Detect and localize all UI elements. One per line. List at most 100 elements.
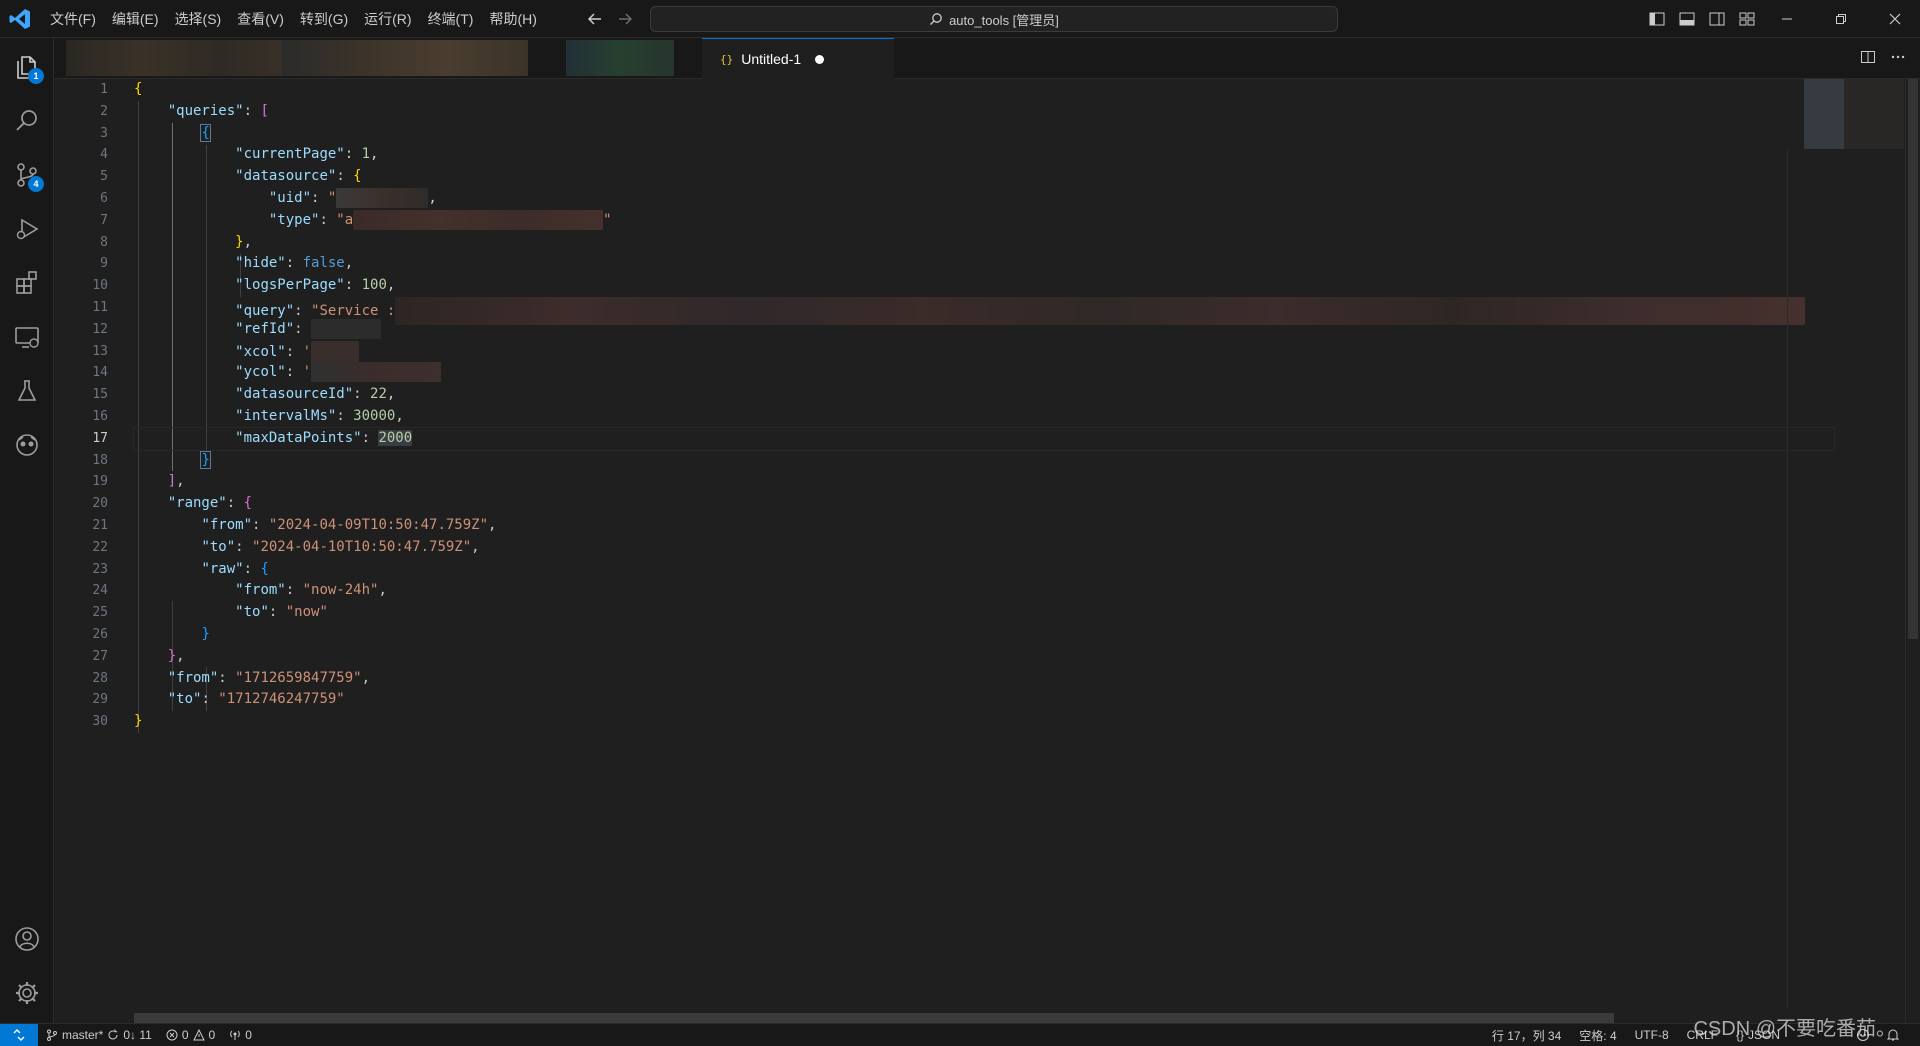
close-button[interactable]: [1872, 0, 1918, 38]
line-number: 7: [100, 212, 108, 228]
code-token: :: [268, 604, 286, 621]
command-center[interactable]: auto_tools [管理员]: [650, 6, 1338, 32]
error-count: 0: [181, 1028, 189, 1042]
menu-file[interactable]: 文件(F): [42, 0, 104, 38]
code-line: "range": {: [134, 493, 1834, 515]
code-editor[interactable]: 1 2 3 4 5 6 7 8 9 10 11 12 13 14 15 16 1…: [54, 79, 1920, 1023]
code-token: "query": [235, 302, 295, 319]
menu-run[interactable]: 运行(R): [356, 0, 419, 38]
menu-view[interactable]: 查看(V): [229, 0, 292, 38]
menu-go[interactable]: 转到(G): [292, 0, 356, 38]
search-button[interactable]: [0, 94, 54, 148]
manage-button[interactable]: [0, 966, 54, 1020]
line-number: 9: [100, 256, 108, 272]
code-token: :: [285, 364, 303, 381]
code-token: "Service :: [311, 302, 396, 319]
line-number: 8: [100, 234, 108, 250]
code-line: {: [134, 79, 1834, 101]
split-editor-icon[interactable]: [1860, 49, 1876, 65]
source-control-button[interactable]: 4: [0, 148, 54, 202]
vertical-scroll-thumb[interactable]: [1908, 79, 1918, 639]
code-token: :: [361, 429, 379, 446]
code-line: {: [134, 123, 1834, 145]
code-line-current: "maxDataPoints": 2000: [133, 426, 1835, 451]
line-number: 12: [92, 321, 108, 337]
extensions-button[interactable]: [0, 256, 54, 310]
code-token: "now": [285, 604, 328, 621]
code-line: "uid": ",: [134, 187, 1834, 210]
code-token: :: [252, 516, 269, 533]
horizontal-scroll-thumb[interactable]: [134, 1013, 1614, 1023]
unsaved-dot-icon[interactable]: [815, 54, 825, 64]
more-actions-icon[interactable]: [1890, 49, 1906, 65]
menu-edit[interactable]: 编辑(E): [104, 0, 167, 38]
menu-help[interactable]: 帮助(H): [481, 0, 544, 38]
remote-explorer-button[interactable]: [0, 310, 54, 364]
ports-status[interactable]: 0: [229, 1028, 252, 1042]
code-token: ,: [176, 647, 185, 664]
toggle-secondary-sidebar-icon[interactable]: [1708, 10, 1726, 28]
code-token: :: [319, 211, 337, 228]
code-token: :: [336, 407, 354, 424]
explorer-button[interactable]: 1: [0, 40, 54, 94]
redacted-tab[interactable]: [282, 40, 528, 76]
accounts-button[interactable]: [0, 912, 54, 966]
indentation[interactable]: 空格: 4: [1579, 1027, 1616, 1044]
run-debug-button[interactable]: [0, 202, 54, 256]
branch-status[interactable]: master* 0↓ 11: [46, 1028, 152, 1042]
cursor-position[interactable]: 行 17，列 34: [1492, 1027, 1561, 1044]
remote-indicator[interactable]: [0, 1024, 38, 1046]
git-branch-icon: [47, 1029, 57, 1041]
tab-untitled-1[interactable]: {} Untitled-1: [702, 38, 894, 79]
code-token: :: [294, 302, 312, 319]
vertical-scrollbar[interactable]: [1905, 79, 1920, 1023]
code-token: "uid": [268, 189, 312, 206]
source-control-badge: 4: [28, 176, 44, 192]
command-center-label: auto_tools [管理员]: [949, 12, 1059, 28]
customize-layout-icon[interactable]: [1738, 10, 1756, 28]
restore-button[interactable]: [1818, 0, 1864, 38]
line-number-gutter: 1 2 3 4 5 6 7 8 9 10 11 12 13 14 15 16 1…: [54, 79, 110, 733]
code-token: 1: [361, 146, 371, 163]
redacted-tab[interactable]: [566, 40, 674, 76]
toggle-primary-sidebar-icon[interactable]: [1648, 10, 1666, 28]
code-line: "xcol": ': [134, 340, 1834, 363]
testing-button[interactable]: [0, 364, 54, 418]
code-line: "datasource": {: [134, 166, 1834, 188]
line-number: 2: [100, 103, 108, 119]
menu-selection[interactable]: 选择(S): [167, 0, 230, 38]
code-token: 100: [361, 277, 387, 294]
code-line: "logsPerPage": 100,: [134, 275, 1834, 297]
code-token: "to": [201, 538, 236, 555]
code-token: :: [311, 189, 328, 206]
line-number: 6: [100, 190, 108, 206]
extensions-icon: [16, 271, 37, 294]
code-token: 22: [370, 386, 387, 403]
code-token: }: [167, 647, 177, 664]
code-token: :: [285, 582, 303, 599]
code-token: ": [603, 211, 612, 228]
code-token: "datasourceId": [235, 386, 354, 403]
code-token: ,: [395, 407, 404, 424]
problems-status[interactable]: 0 0: [166, 1028, 215, 1042]
toggle-panel-icon[interactable]: [1678, 10, 1696, 28]
search-icon: [16, 110, 37, 131]
remote-explorer-icon: [15, 327, 39, 348]
code-token: ,: [471, 538, 480, 555]
extension-view-button[interactable]: [0, 418, 54, 472]
forward-arrow-icon[interactable]: [614, 8, 636, 30]
minimize-button[interactable]: [1764, 0, 1810, 38]
code-token: {: [134, 81, 143, 97]
back-arrow-icon[interactable]: [584, 8, 606, 30]
code-token: "datasource": [235, 168, 337, 185]
redacted-tab[interactable]: [66, 40, 296, 76]
menu-terminal[interactable]: 终端(T): [420, 0, 482, 38]
minimap[interactable]: [1804, 79, 1904, 149]
editor-actions: [1860, 49, 1906, 65]
encoding[interactable]: UTF-8: [1635, 1028, 1669, 1042]
code-token: "to": [235, 604, 269, 621]
code-lines[interactable]: { "queries": [ { "currentPage": 1, "data…: [133, 79, 1835, 733]
code-line: "intervalMs": 30000,: [134, 406, 1834, 428]
matched-bracket: {: [200, 123, 211, 142]
code-line: "to": "1712746247759": [134, 689, 1834, 711]
